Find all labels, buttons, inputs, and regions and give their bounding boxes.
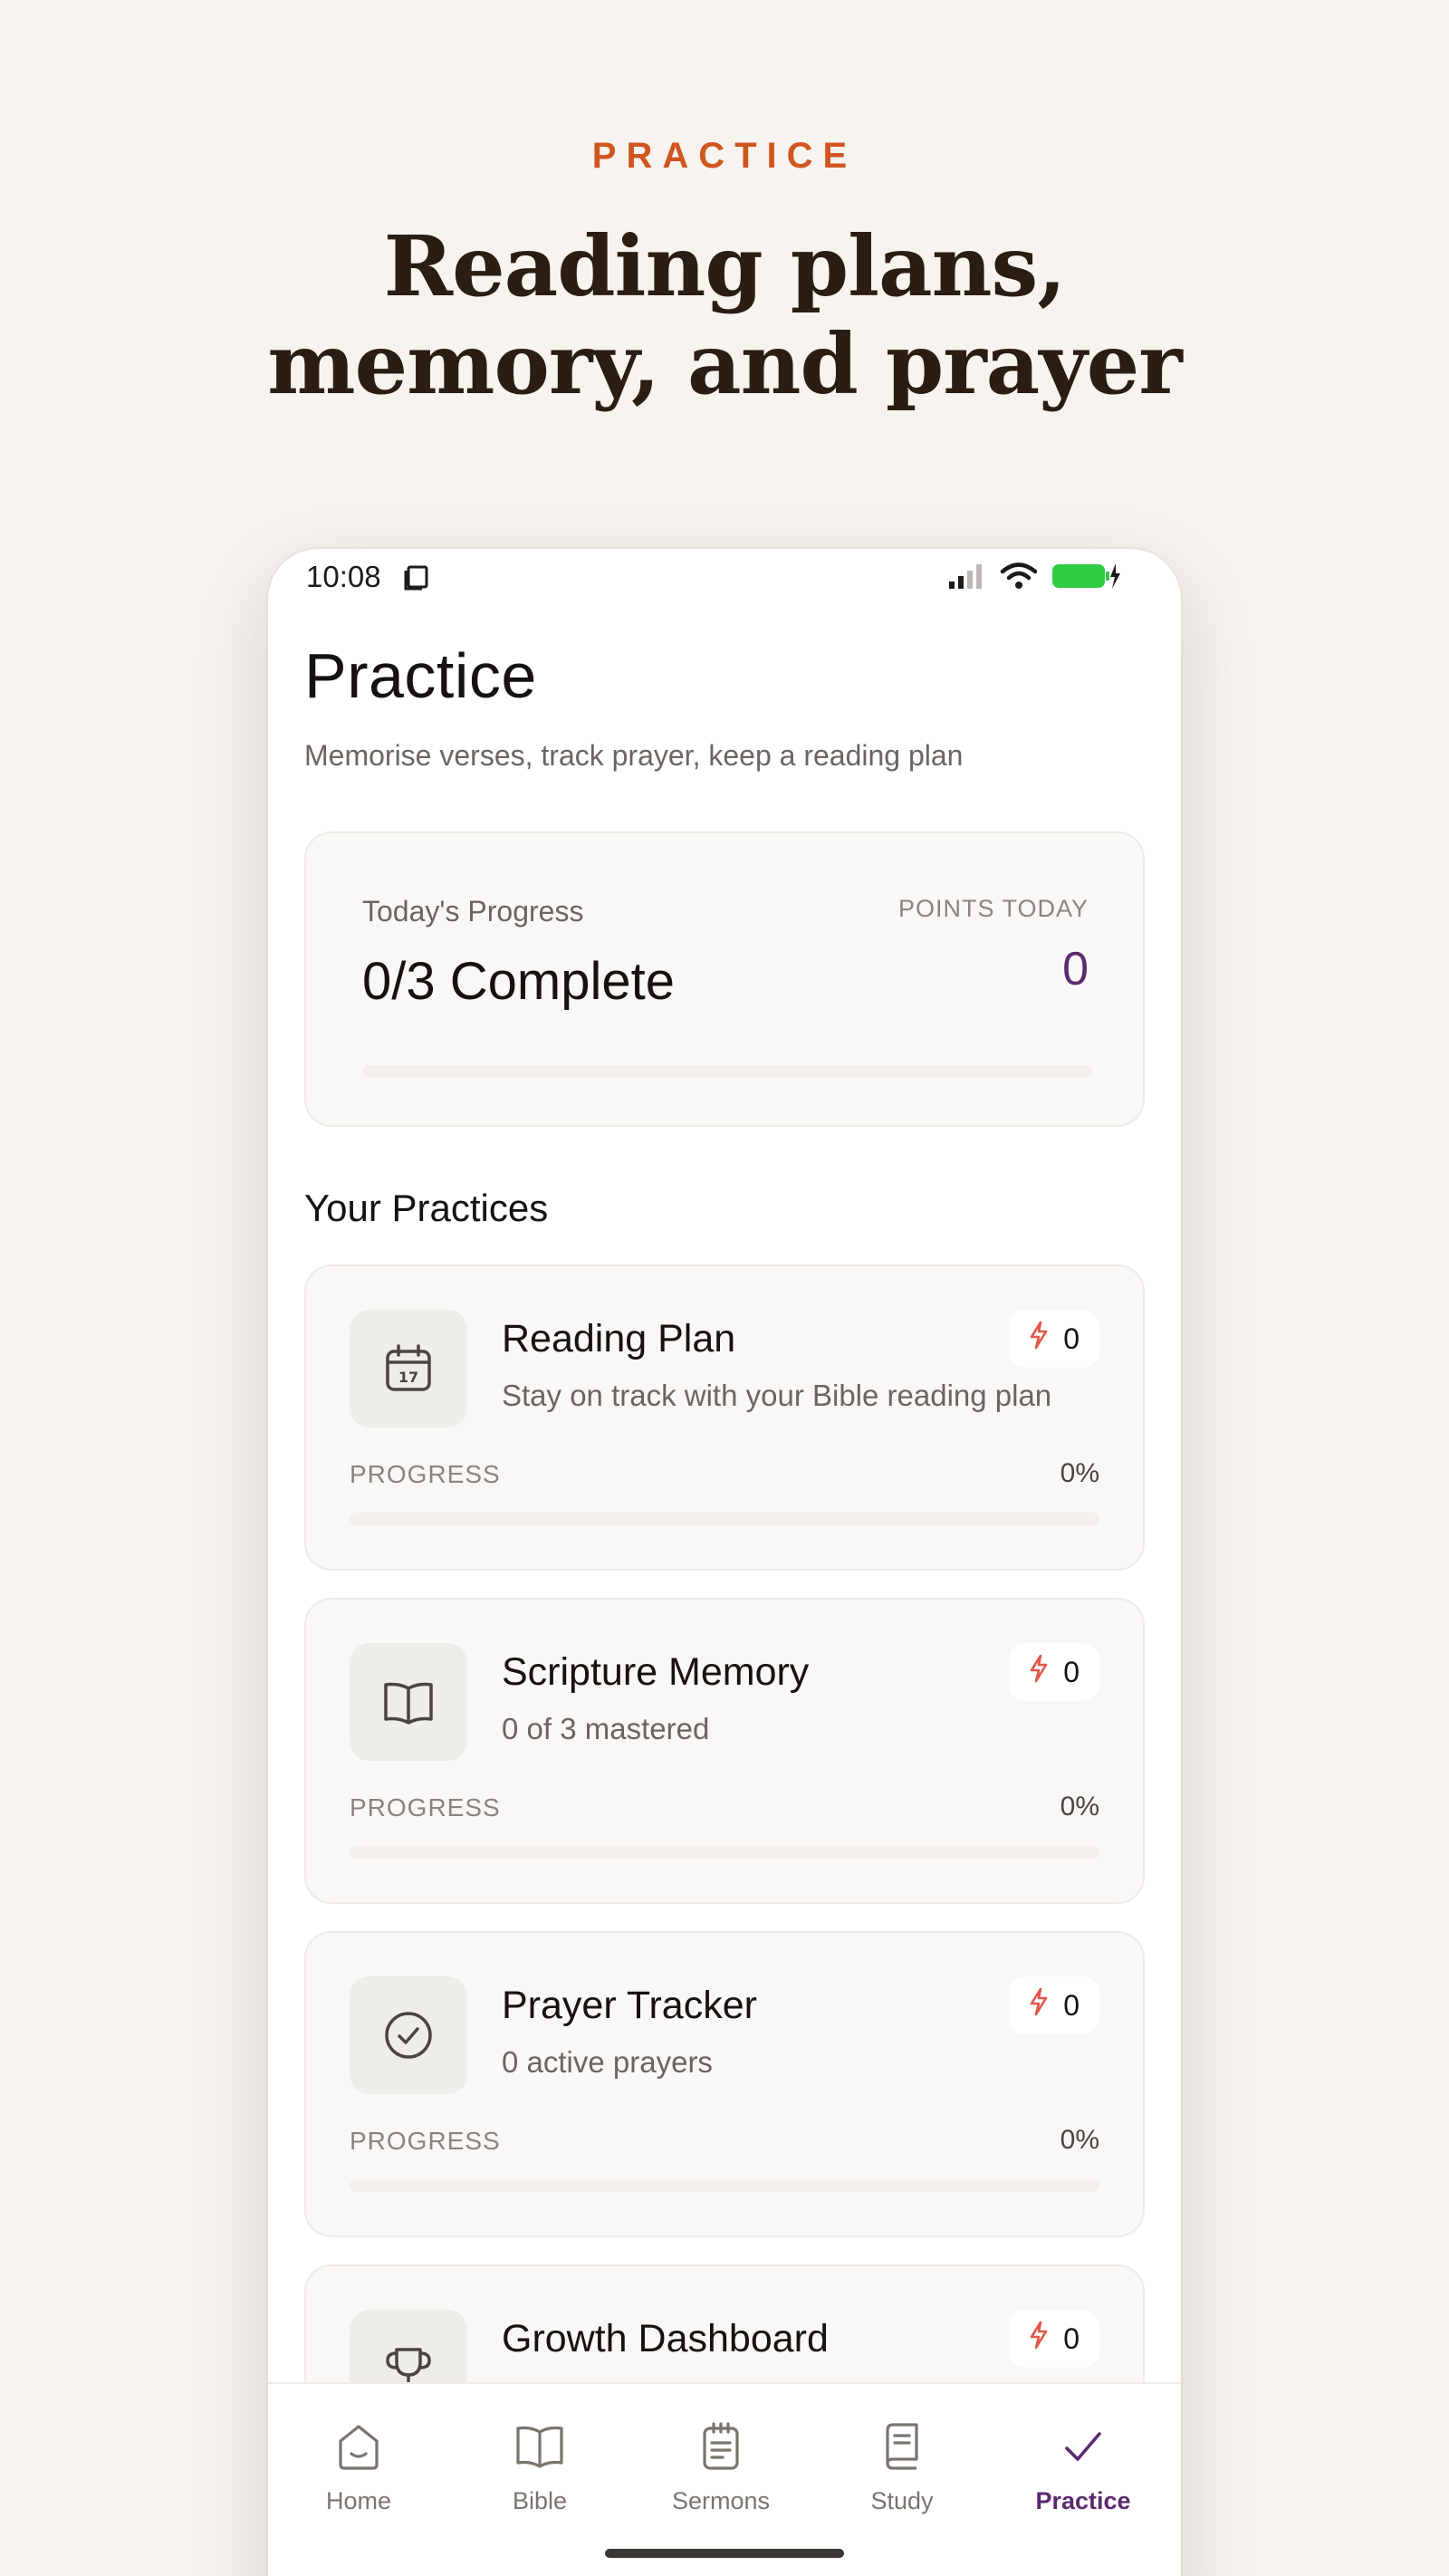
- todays-progress-label: Today's Progress: [362, 895, 584, 928]
- battery-icon: [1051, 562, 1121, 595]
- status-bar: 10:08: [268, 549, 1181, 610]
- bolt-icon: [1029, 2321, 1049, 2357]
- points-badge-value: 0: [1063, 1988, 1080, 2022]
- practice-card-reading-plan[interactable]: 17 Reading Plan Stay on track with your …: [304, 1264, 1145, 1571]
- practice-title: Reading Plan: [502, 1317, 736, 1360]
- your-practices-heading: Your Practices: [304, 1187, 549, 1229]
- bolt-icon: [1029, 1987, 1049, 2023]
- tab-label: Sermons: [671, 2487, 771, 2514]
- tab-practice[interactable]: Practice: [993, 2417, 1174, 2515]
- hero-headline-line1: Reading plans,: [383, 217, 1067, 315]
- todays-progress-bar: [362, 1065, 1092, 1078]
- practice-description: 0 active prayers: [502, 2045, 713, 2079]
- tab-bible[interactable]: Bible: [449, 2417, 630, 2515]
- tab-label: Study: [870, 2487, 934, 2514]
- status-right: [947, 562, 1121, 595]
- todays-progress-card: Today's Progress 0/3 Complete POINTS TOD…: [304, 831, 1145, 1127]
- notepad-icon: [630, 2417, 811, 2476]
- svg-text:17: 17: [398, 1369, 418, 1386]
- points-badge-value: 0: [1063, 1655, 1080, 1688]
- points-badge: 0: [1009, 1310, 1099, 1368]
- wifi-icon: [1000, 562, 1038, 595]
- tab-label: Practice: [1035, 2487, 1131, 2514]
- tab-label: Home: [325, 2487, 392, 2514]
- tab-sermons[interactable]: Sermons: [630, 2417, 811, 2515]
- tab-home[interactable]: Home: [268, 2417, 449, 2515]
- signal-icon: [947, 562, 987, 595]
- status-time: 10:08: [306, 560, 381, 593]
- study-book-icon: [811, 2417, 993, 2476]
- progress-label: PROGRESS: [350, 2127, 501, 2155]
- todays-progress-value: 0/3 Complete: [362, 952, 675, 1011]
- points-badge-value: 0: [1063, 2321, 1080, 2355]
- practice-title: Growth Dashboard: [502, 2317, 829, 2360]
- points-badge: 0: [1009, 1643, 1099, 1701]
- practice-title: Prayer Tracker: [502, 1984, 757, 2027]
- check-icon: [993, 2417, 1174, 2476]
- progress-bar: [350, 2179, 1099, 2192]
- book-open-icon: [350, 1643, 467, 1761]
- page-title: Practice: [304, 640, 537, 711]
- points-badge: 0: [1009, 2310, 1099, 2368]
- page-subtitle: Memorise verses, track prayer, keep a re…: [304, 739, 964, 772]
- sim-card-icon: [402, 563, 431, 597]
- progress-bar: [350, 1846, 1099, 1859]
- progress-label: PROGRESS: [350, 1460, 501, 1488]
- practice-card-prayer-tracker[interactable]: Prayer Tracker 0 active prayers 0 PROGRE…: [304, 1931, 1145, 2237]
- practice-description: Stay on track with your Bible reading pl…: [502, 1379, 1052, 1412]
- calendar-icon: 17: [350, 1310, 467, 1427]
- points-today-value: 0: [1062, 943, 1089, 995]
- home-indicator[interactable]: [605, 2549, 844, 2558]
- practice-description: 0 of 3 mastered: [502, 1712, 710, 1745]
- practice-card-scripture-memory[interactable]: Scripture Memory 0 of 3 mastered 0 PROGR…: [304, 1598, 1145, 1904]
- bolt-icon: [1029, 1654, 1049, 1690]
- points-badge-value: 0: [1063, 1322, 1080, 1355]
- practice-title: Scripture Memory: [502, 1650, 810, 1694]
- home-icon: [268, 2417, 449, 2476]
- hero-headline: Reading plans, memory, and prayer: [0, 217, 1449, 413]
- points-badge: 0: [1009, 1976, 1099, 2034]
- progress-value: 0%: [1060, 2125, 1099, 2155]
- bolt-icon: [1029, 1321, 1049, 1357]
- bottom-tab-bar: Home Bible Sermons Study Practice: [268, 2382, 1181, 2576]
- hero-headline-line2: memory, and prayer: [267, 315, 1183, 413]
- tab-label: Bible: [512, 2487, 568, 2514]
- progress-bar: [350, 1513, 1099, 1525]
- book-icon: [449, 2417, 630, 2476]
- points-today-label: POINTS TODAY: [897, 895, 1089, 922]
- phone-frame: 10:08 Practice Memorise verses, track pr…: [268, 549, 1181, 2576]
- hero-eyebrow: PRACTICE: [591, 136, 858, 176]
- progress-value: 0%: [1060, 1458, 1099, 1488]
- tab-study[interactable]: Study: [811, 2417, 993, 2515]
- progress-value: 0%: [1060, 1792, 1099, 1821]
- progress-label: PROGRESS: [350, 1793, 501, 1821]
- check-circle-icon: [350, 1976, 467, 2094]
